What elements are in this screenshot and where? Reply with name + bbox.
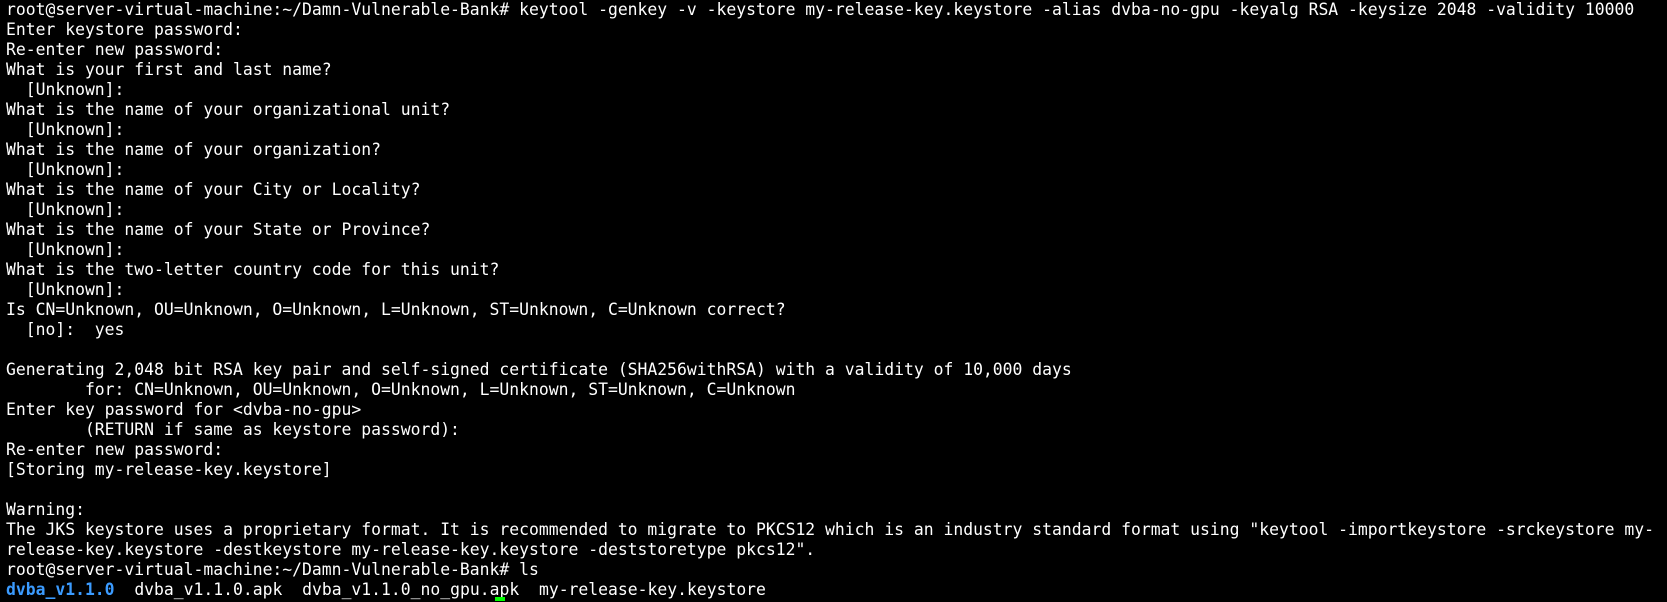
terminal-line: [Unknown]:	[6, 80, 125, 99]
terminal-line: What is the name of your State or Provin…	[6, 220, 431, 239]
terminal-line: What is the two-letter country code for …	[6, 260, 500, 279]
terminal-window[interactable]: root@server-virtual-machine:~/Damn-Vulne…	[0, 0, 1667, 602]
terminal-line: Re-enter new password:	[6, 440, 224, 459]
terminal-line: Is CN=Unknown, OU=Unknown, O=Unknown, L=…	[6, 300, 786, 319]
terminal-line: What is the name of your organizational …	[6, 100, 451, 119]
terminal-line: [Unknown]:	[6, 280, 125, 299]
ls-output-row: dvba_v1.1.0 dvba_v1.1.0.apk dvba_v1.1.0_…	[6, 580, 1667, 600]
terminal-line: [Unknown]:	[6, 160, 125, 179]
terminal-line: Generating 2,048 bit RSA key pair and se…	[6, 360, 1072, 379]
terminal-line: [Unknown]:	[6, 200, 125, 219]
terminal-line: [Unknown]:	[6, 240, 125, 259]
terminal-line: What is your first and last name?	[6, 60, 332, 79]
terminal-line: What is the name of your City or Localit…	[6, 180, 421, 199]
terminal-line: The JKS keystore uses a proprietary form…	[6, 520, 1654, 539]
terminal-line: (RETURN if same as keystore password):	[6, 420, 460, 439]
terminal-line: root@server-virtual-machine:~/Damn-Vulne…	[6, 560, 539, 579]
ls-entry-file: my-release-key.keystore	[538, 580, 766, 599]
terminal-cursor	[495, 597, 505, 601]
ls-entry-file: dvba_v1.1.0.apk	[134, 580, 283, 599]
terminal-line: release-key.keystore -destkeystore my-re…	[6, 540, 816, 559]
terminal-line: What is the name of your organization?	[6, 140, 381, 159]
terminal-line: for: CN=Unknown, OU=Unknown, O=Unknown, …	[6, 380, 796, 399]
terminal-line: [Storing my-release-key.keystore]	[6, 460, 332, 479]
ls-entry-directory: dvba_v1.1.0	[6, 580, 115, 599]
terminal-line: Re-enter new password:	[6, 40, 224, 59]
terminal-line: [no]: yes	[6, 320, 125, 339]
terminal-line: Enter key password for <dvba-no-gpu>	[6, 400, 362, 419]
terminal-line: Warning:	[6, 500, 85, 519]
terminal-line: root@server-virtual-machine:~/Damn-Vulne…	[6, 0, 1635, 19]
terminal-line: Enter keystore password:	[6, 20, 243, 39]
ls-entry-file: dvba_v1.1.0_no_gpu.apk	[302, 580, 520, 599]
terminal-line: [Unknown]:	[6, 120, 125, 139]
